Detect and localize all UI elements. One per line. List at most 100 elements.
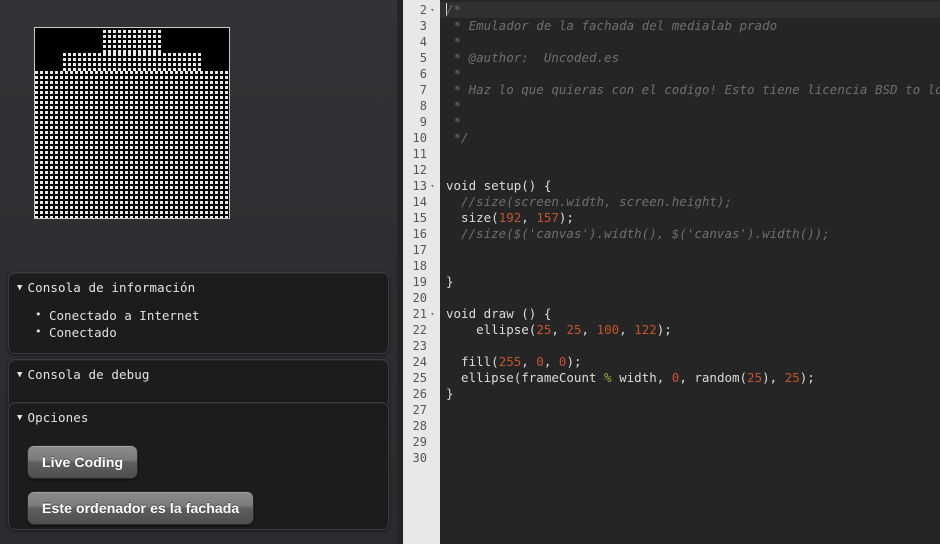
- fold-toggle-icon[interactable]: ▾: [428, 178, 437, 194]
- code-text-area[interactable]: /* * Emulador de la fachada del medialab…: [440, 0, 940, 544]
- line-number-22[interactable]: 22: [403, 322, 440, 338]
- code-line-13[interactable]: void setup() {: [440, 178, 940, 194]
- line-number-2[interactable]: 2▾: [403, 2, 440, 18]
- code-token-plain: width,: [612, 370, 672, 385]
- line-number-8[interactable]: 8: [403, 98, 440, 114]
- code-token-plain: );: [559, 210, 574, 225]
- facade-band-mid-block: [63, 53, 201, 71]
- code-line-21[interactable]: void draw () {: [440, 306, 940, 322]
- code-editor[interactable]: 2▾345678910111213✕▾1415161718192021▾2223…: [397, 0, 940, 544]
- code-line-18[interactable]: [440, 258, 940, 274]
- line-number-15[interactable]: 15: [403, 210, 440, 226]
- list-item: Conectado: [49, 324, 378, 341]
- panel-consola-informacion: ▼ Consola de información Conectado a Int…: [8, 272, 389, 354]
- panel-header-consola-debug[interactable]: ▼ Consola de debug: [9, 360, 388, 386]
- console-info-list: Conectado a Internet Conectado: [19, 307, 378, 341]
- line-number-14[interactable]: 14: [403, 194, 440, 210]
- line-number-13[interactable]: 13✕▾: [403, 178, 440, 194]
- code-line-8[interactable]: *: [440, 98, 940, 114]
- panel-title-opciones: Opciones: [28, 411, 89, 425]
- line-number-27[interactable]: 27: [403, 402, 440, 418]
- panel-header-consola-informacion[interactable]: ▼ Consola de información: [9, 273, 388, 299]
- code-line-17[interactable]: [440, 242, 940, 258]
- code-token-comment: * @author: Uncoded.es: [446, 50, 619, 65]
- code-line-15[interactable]: size(192, 157);: [440, 210, 940, 226]
- line-number-29[interactable]: 29: [403, 434, 440, 450]
- code-line-22[interactable]: ellipse(25, 25, 100, 122);: [440, 322, 940, 338]
- line-number-24[interactable]: 24: [403, 354, 440, 370]
- sidebar: ▼ Consola de información Conectado a Int…: [0, 0, 397, 544]
- line-number-18[interactable]: 18: [403, 258, 440, 274]
- live-coding-button[interactable]: Live Coding: [27, 445, 138, 479]
- chevron-down-icon[interactable]: ▼: [17, 368, 23, 382]
- line-number-9[interactable]: 9: [403, 114, 440, 130]
- line-number-gutter[interactable]: 2▾345678910111213✕▾1415161718192021▾2223…: [403, 0, 440, 544]
- code-token-num: 25: [536, 322, 551, 337]
- code-line-30[interactable]: [440, 450, 940, 466]
- code-line-14[interactable]: //size(screen.width, screen.height);: [440, 194, 940, 210]
- code-line-7[interactable]: * Haz lo que quieras con el codigo! Esto…: [440, 82, 940, 98]
- code-token-num: 100: [597, 322, 620, 337]
- code-line-12[interactable]: [440, 162, 940, 178]
- code-token-num: 0: [536, 354, 544, 369]
- chevron-down-icon[interactable]: ▼: [17, 281, 23, 295]
- code-token-plain: ,: [551, 322, 566, 337]
- line-number-19[interactable]: 19: [403, 274, 440, 290]
- code-token-num: 255: [499, 354, 522, 369]
- fold-toggle-icon[interactable]: ▾: [428, 2, 437, 18]
- line-number-6[interactable]: 6: [403, 66, 440, 82]
- code-line-11[interactable]: [440, 146, 940, 162]
- panel-header-opciones[interactable]: ▼ Opciones: [9, 403, 388, 429]
- code-line-28[interactable]: [440, 418, 940, 434]
- line-number-16[interactable]: 16: [403, 226, 440, 242]
- code-line-20[interactable]: [440, 290, 940, 306]
- code-token-plain: void draw () {: [446, 306, 551, 321]
- code-line-19[interactable]: }: [440, 274, 940, 290]
- code-line-27[interactable]: [440, 402, 940, 418]
- code-token-num: 157: [536, 210, 559, 225]
- line-number-21[interactable]: 21▾: [403, 306, 440, 322]
- facade-preview[interactable]: [34, 27, 230, 219]
- code-line-25[interactable]: ellipse(frameCount % width, 0, random(25…: [440, 370, 940, 386]
- facade-band-base-block: [35, 71, 229, 218]
- line-number-5[interactable]: 5: [403, 50, 440, 66]
- code-line-5[interactable]: * @author: Uncoded.es: [440, 50, 940, 66]
- line-number-3[interactable]: 3: [403, 18, 440, 34]
- line-number-25[interactable]: 25: [403, 370, 440, 386]
- code-token-plain: ,: [582, 322, 597, 337]
- code-line-23[interactable]: [440, 338, 940, 354]
- line-number-12[interactable]: 12: [403, 162, 440, 178]
- code-line-10[interactable]: */: [440, 130, 940, 146]
- code-token-plain: );: [800, 370, 815, 385]
- line-number-20[interactable]: 20: [403, 290, 440, 306]
- code-token-plain: fill(: [446, 354, 499, 369]
- code-line-2[interactable]: /*: [440, 2, 940, 18]
- code-token-comment: *: [446, 34, 461, 49]
- line-number-4[interactable]: 4: [403, 34, 440, 50]
- code-line-29[interactable]: [440, 434, 940, 450]
- code-line-3[interactable]: * Emulador de la fachada del medialab pr…: [440, 18, 940, 34]
- line-number-26[interactable]: 26: [403, 386, 440, 402]
- este-ordenador-es-la-fachada-button[interactable]: Este ordenador es la fachada: [27, 491, 254, 525]
- code-token-num: 25: [747, 370, 762, 385]
- code-line-9[interactable]: *: [440, 114, 940, 130]
- line-number-30[interactable]: 30: [403, 450, 440, 466]
- line-number-11[interactable]: 11: [403, 146, 440, 162]
- code-line-4[interactable]: *: [440, 34, 940, 50]
- code-token-plain: ,: [521, 354, 536, 369]
- line-number-10[interactable]: 10: [403, 130, 440, 146]
- line-number-7[interactable]: 7: [403, 82, 440, 98]
- code-line-26[interactable]: }: [440, 386, 940, 402]
- line-number-28[interactable]: 28: [403, 418, 440, 434]
- line-number-17[interactable]: 17: [403, 242, 440, 258]
- line-number-23[interactable]: 23: [403, 338, 440, 354]
- code-token-comment: */: [446, 130, 469, 145]
- code-token-comment: //size(screen.width, screen.height);: [446, 194, 732, 209]
- code-token-num: 122: [634, 322, 657, 337]
- code-token-plain: );: [566, 354, 581, 369]
- code-line-6[interactable]: *: [440, 66, 940, 82]
- chevron-down-icon[interactable]: ▼: [17, 411, 23, 425]
- code-line-16[interactable]: //size($('canvas').width(), $('canvas').…: [440, 226, 940, 242]
- code-line-24[interactable]: fill(255, 0, 0);: [440, 354, 940, 370]
- fold-toggle-icon[interactable]: ▾: [428, 306, 437, 322]
